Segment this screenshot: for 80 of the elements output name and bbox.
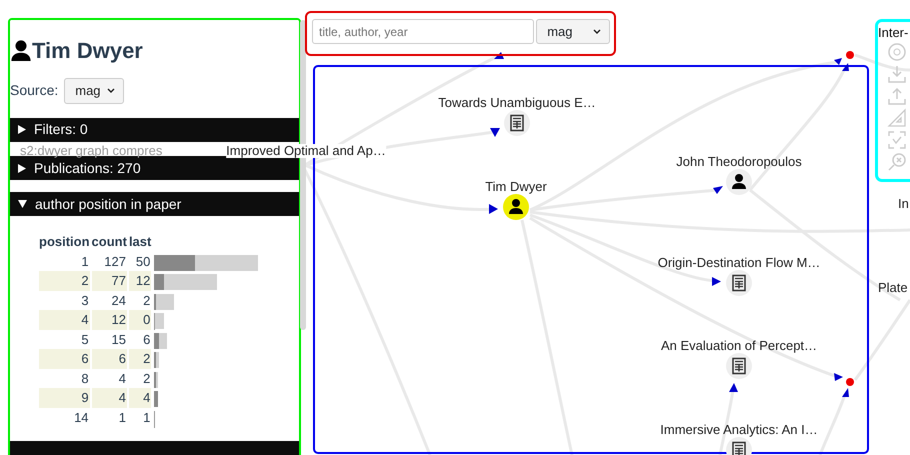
last-bar (154, 391, 158, 408)
arrowhead-icon (490, 128, 500, 137)
table-cell-text: 24 (110, 292, 127, 310)
edge-line (854, 54, 910, 72)
toolbar-title: Inter- (878, 25, 908, 40)
source-label: Source: (10, 81, 58, 100)
node-label: Origin-Destination Flow M… (658, 255, 820, 271)
node-label: Tim Dwyer (485, 179, 547, 195)
table-cell: 2 (128, 349, 152, 369)
document-node-icon[interactable] (726, 353, 752, 379)
last-bar (154, 332, 160, 349)
table-cell-text: 5 (80, 330, 90, 349)
arrowhead-icon (494, 52, 504, 60)
section-title: Publications: 270 (34, 158, 141, 178)
node-label: John Theodoropoulos (676, 154, 802, 170)
table-cell-text: 1 (80, 252, 90, 271)
chevron-icon (106, 88, 115, 94)
arrowhead-icon (834, 373, 852, 398)
document-node-icon[interactable] (726, 270, 752, 296)
section-header[interactable]: author position in paper (10, 192, 299, 216)
last-bar (154, 274, 164, 290)
table-cell-text: 127 (103, 252, 127, 271)
arrowhead-icon (489, 204, 498, 214)
table-cell-text: 2 (142, 370, 152, 388)
table-cell-text: 1 (118, 408, 127, 427)
node-label: An Evaluation of Percept… (660, 338, 818, 354)
node-label: Improved Optimal and Ap… (226, 144, 386, 158)
column-header: last (128, 233, 152, 252)
table-cell-text: 3 (80, 292, 90, 310)
node-label: Towards Unambiguous E… (438, 95, 596, 111)
node-label: Immersive Analytics: An I… (660, 422, 818, 438)
source-dropdown[interactable]: mag (64, 78, 124, 104)
column-header: count (92, 233, 127, 252)
section-title: Filters: 0 (34, 120, 88, 140)
faded-node-label: s2:dwyer graph compres (20, 144, 162, 158)
table-cell: 6 (92, 349, 127, 369)
table-cell-text: 2 (142, 292, 152, 310)
column-header: position (39, 233, 90, 252)
table-cell-text: 1 (142, 408, 152, 427)
table-cell: 6 (39, 349, 90, 369)
disclosure-triangle-icon (18, 164, 26, 173)
table-cell: 77 (92, 271, 127, 291)
disclosure-triangle-icon (18, 200, 27, 208)
person-icon (10, 39, 32, 61)
junction-dot (846, 51, 854, 59)
arrowhead-icon (713, 186, 723, 194)
table-cell: 2 (39, 271, 90, 291)
table-cell-text: 4 (118, 370, 127, 388)
disclosure-triangle-icon (18, 125, 26, 134)
search-field[interactable]: title, author, year (312, 19, 534, 44)
table-cell-text: 14 (73, 408, 90, 427)
table-cell: 4 (39, 310, 90, 330)
source-dropdown[interactable]: mag (536, 19, 610, 44)
arrowhead-icon (712, 277, 721, 286)
table-cell: 9 (39, 388, 90, 408)
table-cell: 0 (128, 310, 152, 330)
document-node-icon[interactable] (504, 110, 530, 136)
section-title: author position in paper (35, 194, 182, 214)
table-cell-text: 50 (134, 252, 152, 271)
count-bar (154, 294, 174, 310)
table-cell: 12 (128, 271, 152, 291)
person-node-icon[interactable] (726, 169, 752, 195)
table-cell: 4 (92, 388, 127, 408)
node-label: In (898, 196, 909, 212)
table-cell-text: 8 (80, 370, 90, 388)
author-name: Tim Dwyer (32, 36, 143, 65)
table-cell: 4 (128, 388, 152, 408)
section-header[interactable]: Filters: 0 (10, 118, 299, 142)
edge-line (818, 394, 846, 455)
arrowhead-icon (729, 383, 738, 392)
table-cell: 12 (92, 310, 127, 330)
chevron-icon (593, 28, 601, 34)
count-bar (154, 313, 164, 330)
last-bar (154, 254, 196, 271)
arrowhead-icon (834, 58, 852, 72)
node-label: Plate (878, 280, 908, 296)
table-cell-text: 15 (110, 330, 127, 349)
junction-dot (846, 378, 854, 386)
table-cell-text: 6 (142, 330, 152, 349)
person-node-icon[interactable] (503, 194, 529, 220)
